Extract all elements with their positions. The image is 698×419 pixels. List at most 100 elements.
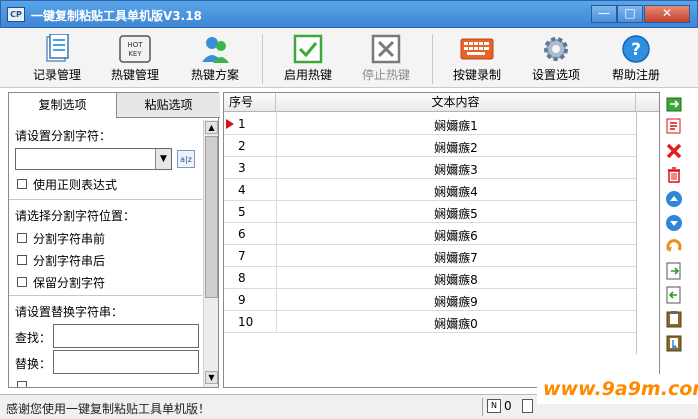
title-bar: CP 一键复制粘贴工具单机版V3.18 — □ ✕ [0,0,698,28]
pos-before-label: 分割字符串前 [33,232,106,246]
toolbar-separator [262,34,263,84]
column-header-text[interactable]: 文本内容 [276,93,636,112]
table-row[interactable]: 9 娴嬭瘯9 [224,289,636,311]
table-row[interactable]: 5 娴嬭瘯5 [224,201,636,223]
options-scrollbar[interactable]: ▲ ▼ [203,120,218,387]
column-header-index[interactable]: 序号 [224,93,276,112]
table-row[interactable]: 6 娴嬭瘯6 [224,223,636,245]
find-label: 查找： [15,331,52,345]
table-row[interactable]: 2 娴嬭瘯2 [224,135,636,157]
table-row[interactable]: 3 娴嬭瘯3 [224,157,636,179]
toolbar-separator [432,34,433,84]
pos-after-label: 分割字符串后 [33,254,106,268]
row-text: 娴嬭瘯0 [434,317,478,331]
row-text: 娴嬭瘯7 [434,251,478,265]
help-register-button[interactable]: ? 帮助注册 [599,32,673,86]
options-tabs: 复制选项 粘贴选项 [9,93,220,118]
main-toolbar: 记录管理 HOT KEY 热键管理 热键方案 启用热键 停止热键 按键录制 设置… [0,28,698,88]
records-icon [42,33,72,64]
undo-icon[interactable] [665,238,683,256]
use-regex-checkbox[interactable] [17,179,27,189]
row-index: 10 [238,315,254,329]
row-index: 8 [238,271,246,285]
keep-separator-checkbox[interactable] [17,277,27,287]
hotkey-scheme-label: 热键方案 [190,68,239,82]
row-text: 娴嬭瘯2 [434,141,478,155]
key-record-button[interactable]: 按键录制 [440,32,514,86]
records-table: 序号 文本内容 1 娴嬭瘯1 2 娴嬭瘯2 3 娴嬭瘯3 4 娴嬭瘯4 5 娴嬭瘯5 6 娴嬭瘯6 7 娴… [223,92,660,388]
import-icon[interactable] [665,262,683,280]
help-icon: ? [621,34,651,64]
maximize-button[interactable]: □ [617,5,643,23]
scroll-down-icon[interactable]: ▼ [205,371,218,384]
section-divider [9,295,202,296]
column-divider [636,112,637,354]
key-record-label: 按键录制 [452,68,501,82]
separator-heading: 请设置分割字符： [15,129,112,143]
row-index: 3 [238,161,246,175]
move-up-icon[interactable] [665,190,683,208]
char-picker-icon[interactable]: a|z [177,150,195,168]
separator-combobox[interactable]: ▼ [15,148,172,170]
table-row[interactable]: 10 娴嬭瘯0 [224,311,636,333]
stop-hotkey-button[interactable]: 停止热键 [349,32,423,86]
trash-icon[interactable] [665,166,683,184]
delete-icon[interactable] [665,142,683,160]
minimize-button[interactable]: — [591,5,617,23]
table-row[interactable]: 4 娴嬭瘯4 [224,179,636,201]
partial-checkbox[interactable] [17,381,27,387]
find-input[interactable] [53,324,199,348]
import-alt-icon[interactable] [665,286,683,304]
row-text: 娴嬭瘯8 [434,273,478,287]
users-scheme-icon [200,34,230,64]
pos-after-checkbox[interactable] [17,255,27,265]
right-tool-strip [663,92,685,360]
clipboard-icon[interactable] [665,310,683,328]
status-divider [482,398,483,416]
tab-copy-options[interactable]: 复制选项 [9,93,117,118]
scroll-up-icon[interactable]: ▲ [205,121,218,134]
keep-separator-label: 保留分割字符 [33,276,106,290]
export-icon[interactable] [665,95,683,113]
current-row-marker-icon [226,119,234,129]
document-icon [522,399,533,413]
row-index: 6 [238,227,246,241]
row-index: 2 [238,139,246,153]
row-text: 娴嬭瘯5 [434,207,478,221]
tab-paste-options[interactable]: 粘贴选项 [117,93,220,118]
replace-with-label: 替换： [15,357,52,371]
replace-heading: 请设置替换字符串： [15,305,124,319]
row-index: 7 [238,249,246,263]
svg-text:?: ? [631,40,641,60]
row-text: 娴嬭瘯4 [434,185,478,199]
hotkey-manage-button[interactable]: HOT KEY 热键管理 [98,32,172,86]
close-button[interactable]: ✕ [644,5,690,23]
window-title: 一键复制粘贴工具单机版V3.18 [31,9,202,23]
row-index: 4 [238,183,246,197]
clipboard-cursor-icon[interactable] [665,334,683,352]
use-regex-label: 使用正则表达式 [33,178,118,192]
position-heading: 请选择分割字符位置： [15,209,136,223]
check-box-icon [293,34,323,64]
gear-icon [541,34,571,64]
row-index: 9 [238,293,246,307]
hotkey-manage-label: 热键管理 [110,68,159,82]
table-row[interactable]: 7 娴嬭瘯7 [224,245,636,267]
enable-hotkey-button[interactable]: 启用热键 [271,32,345,86]
table-row[interactable]: 1 娴嬭瘯1 [224,113,636,135]
hotkey-scheme-button[interactable]: 热键方案 [178,32,252,86]
edit-icon[interactable] [665,117,683,135]
table-row[interactable]: 8 娴嬭瘯8 [224,267,636,289]
chevron-down-icon[interactable]: ▼ [155,149,171,169]
records-button[interactable]: 记录管理 [20,32,94,86]
keyboard-record-icon [460,34,494,64]
table-header: 序号 文本内容 [224,93,659,112]
copy-options-content: 请设置分割字符： ▼ a|z 使用正则表达式 请选择分割字符位置： 分割字符串前… [9,119,202,387]
settings-button[interactable]: 设置选项 [519,32,593,86]
scroll-thumb[interactable] [205,136,218,298]
replace-input[interactable] [53,350,199,374]
pos-before-checkbox[interactable] [17,233,27,243]
enable-hotkey-label: 启用热键 [283,68,332,82]
move-down-icon[interactable] [665,214,683,232]
row-text: 娴嬭瘯9 [434,295,478,309]
